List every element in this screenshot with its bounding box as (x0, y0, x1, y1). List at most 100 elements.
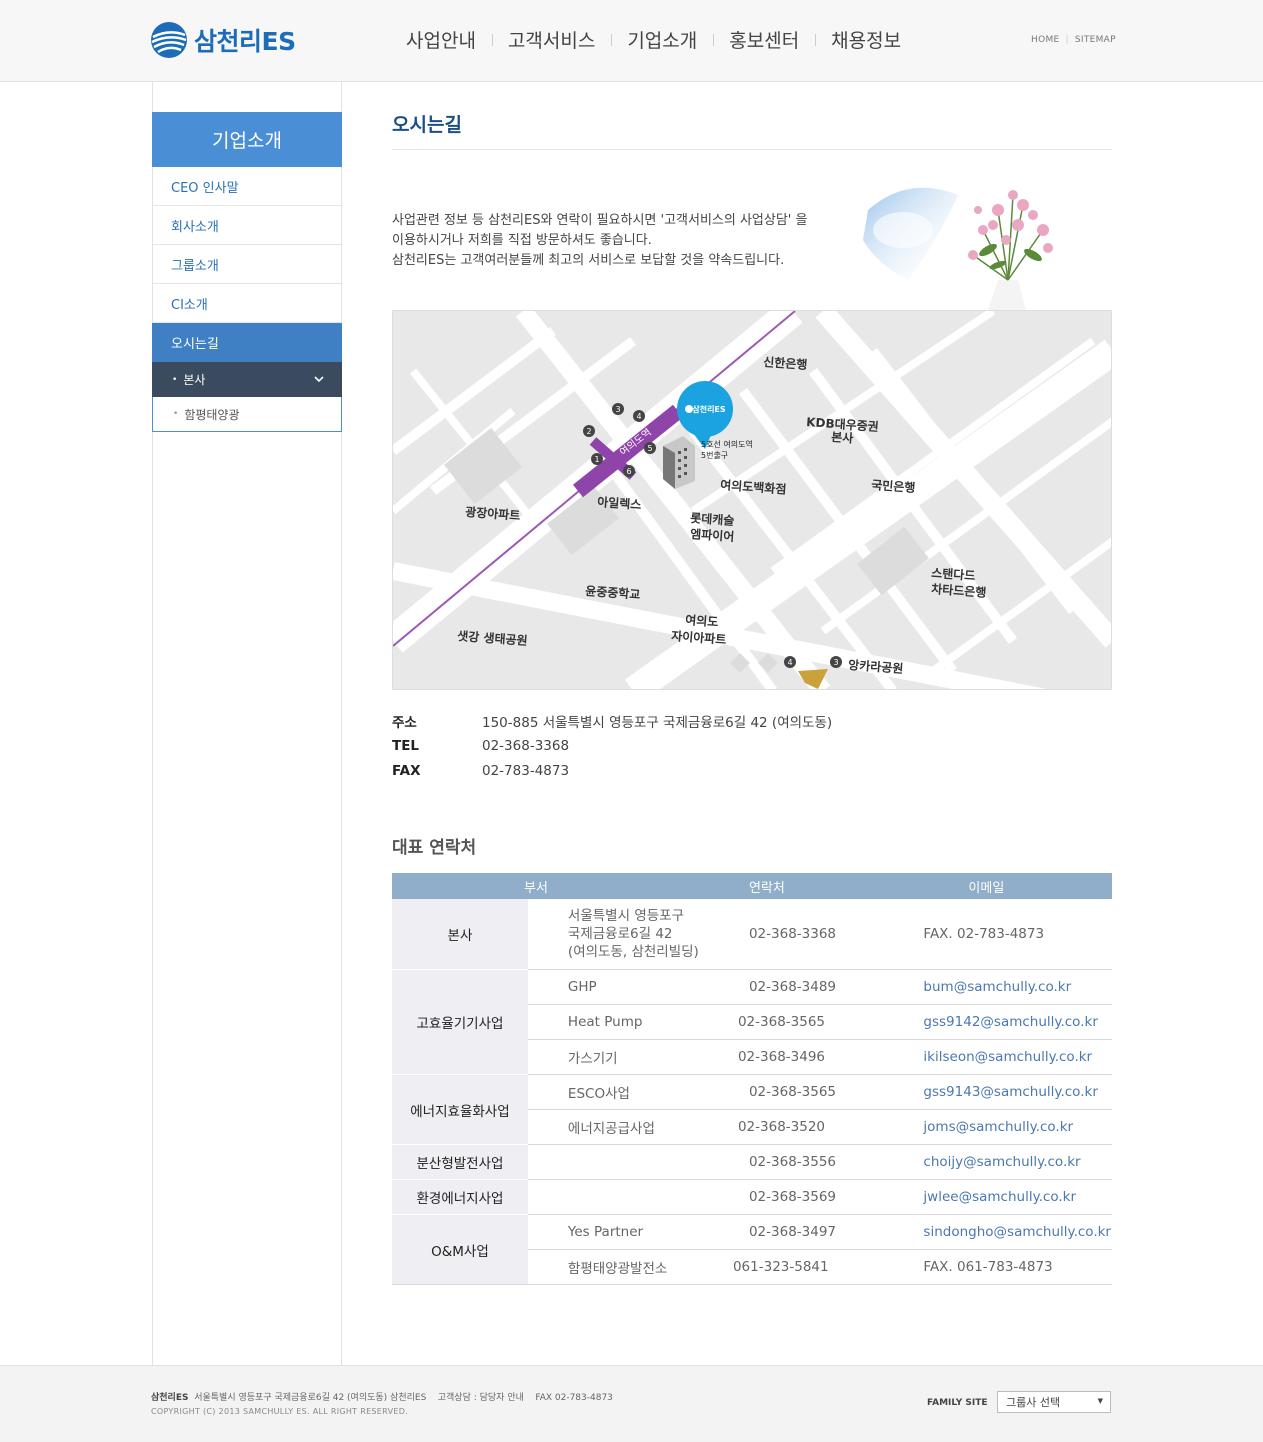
tel-cell: 02-368-3556 (728, 1144, 914, 1180)
tel-value: 02-368-3368 (482, 737, 570, 754)
intro-line: 이용하시거나 저희를 직접 방문하셔도 좋습니다. (392, 233, 652, 248)
address-label: 주소 (392, 714, 417, 731)
family-site-label: FAMILY SITE (927, 1398, 988, 1408)
map-exit: 1 (594, 455, 599, 464)
main-nav: 사업안내 고객서비스 기업소개 홍보센터 채용정보 (390, 26, 917, 53)
mail-link[interactable]: ikilseon@samchully.co.kr (913, 1039, 1112, 1075)
footer-address: 서울특별시 영등포구 국제금융로6길 42 (여의도동) 삼천리ES (194, 1393, 427, 1403)
util-divider: | (1065, 35, 1069, 45)
contacts-title: 대표 연락처 (392, 838, 477, 858)
caret-down-icon: ▼ (1097, 1397, 1103, 1405)
fax-row: FAX 02-783-4873 (392, 758, 832, 783)
footer-fax: FAX 02-783-4873 (535, 1393, 613, 1403)
map-label: 아일렉스 (597, 494, 642, 512)
sidebar: 기업소개 CEO 인사말 회사소개 그룹소개 CI소개 오시는길 • 본사 • … (152, 112, 342, 432)
footer-info: 삼천리ES 서울특별시 영등포구 국제금융로6길 42 (여의도동) 삼천리ES… (151, 1390, 613, 1403)
sidebar-subitem-label: 함평태양광 (184, 407, 240, 422)
mail-link[interactable]: bum@samchully.co.kr (913, 969, 1112, 1005)
bullet-icon: • (173, 409, 179, 419)
group-cell: O&M사업 (392, 1214, 528, 1285)
sidebar-item-about[interactable]: 회사소개 (152, 206, 342, 245)
samchully-logo-icon (151, 22, 187, 58)
sidebar-subitem-hq[interactable]: • 본사 (152, 362, 342, 397)
tel-cell: 02-368-3496 (728, 1039, 914, 1075)
map-label: 본사 (831, 429, 854, 446)
sidebar-subitem-label: 본사 (183, 373, 206, 387)
table-header-row: 부서 연락처 이메일 (392, 873, 1112, 899)
sitemap-link[interactable]: SITEMAP (1075, 35, 1116, 45)
map-label: 여의도 (685, 612, 719, 629)
title-divider (392, 149, 1112, 150)
map-exit: 3 (833, 658, 838, 667)
mail-link[interactable]: gss9143@samchully.co.kr (913, 1074, 1112, 1110)
map-exit: 6 (626, 467, 631, 476)
group-cell: 환경에너지사업 (392, 1179, 528, 1215)
map-label: 스탠다드 (931, 565, 976, 583)
nav-pr-center[interactable]: 홍보센터 (713, 26, 815, 53)
table-row: O&M사업 Yes Partner 02-368-3497 sindongho@… (392, 1214, 1112, 1285)
table-row: 분산형발전사업 02-368-3556 choijy@samchully.co.… (392, 1144, 1112, 1180)
mail-link[interactable]: sindongho@samchully.co.kr (913, 1214, 1112, 1250)
mail-link[interactable]: jwlee@samchully.co.kr (913, 1179, 1112, 1215)
dept-cell: 가스기기 (527, 1039, 729, 1075)
map-label: 롯데캐슬 (690, 510, 735, 528)
location-map[interactable]: 여의도역 1 2 3 4 5 6 4 3 삼천리ES 5호선 여의도역 5번출구 (392, 310, 1112, 690)
table-row: 본사 서울특별시 영등포구 국제금융로6길 42 (여의도동, 삼천리빌딩) 0… (392, 899, 1112, 970)
group-cell: 에너지효율화사업 (392, 1074, 528, 1145)
address-row: 주소 150-885 서울특별시 영등포구 국제금융로6길 42 (여의도동) (392, 708, 832, 733)
family-site-select[interactable]: 그룹사 선택 ▼ (997, 1391, 1111, 1413)
tel-cell: 061-323-5841 (728, 1249, 914, 1285)
group-cell: 분산형발전사업 (392, 1144, 528, 1180)
mail-link[interactable]: joms@samchully.co.kr (913, 1109, 1112, 1145)
flower-illustration (863, 187, 1053, 310)
nav-company[interactable]: 기업소개 (611, 26, 713, 53)
tel-label: TEL (392, 737, 420, 754)
address-block: 주소 150-885 서울특별시 영등포구 국제금융로6길 42 (여의도동) … (392, 708, 832, 783)
page-title: 오시는길 (392, 114, 462, 136)
mail-link[interactable]: choijy@samchully.co.kr (913, 1144, 1112, 1180)
tel-cell: 02-368-3368 (728, 899, 914, 970)
util-links: HOME | SITEMAP (1031, 35, 1116, 45)
map-exit: 2 (586, 427, 591, 436)
tel-cell: 02-368-3569 (728, 1179, 914, 1215)
nav-business[interactable]: 사업안내 (390, 26, 492, 53)
dept-cell: Yes Partner (527, 1214, 729, 1250)
col-tel: 연락처 (728, 873, 914, 899)
sidebar-subitem-hampyeong[interactable]: • 함평태양광 (152, 397, 342, 432)
tel-cell: 02-368-3565 (728, 1074, 914, 1110)
map-svg: 여의도역 1 2 3 4 5 6 4 3 삼천리ES 5호선 여의도역 5번출구 (393, 311, 1111, 689)
nav-customer-service[interactable]: 고객서비스 (491, 26, 611, 53)
footer-company: 삼천리ES (151, 1393, 189, 1403)
col-mail: 이메일 (913, 873, 1112, 899)
col-dept: 부서 (392, 873, 729, 899)
dept-line: 국제금융로6길 42 (567, 926, 673, 942)
sidebar-item-group[interactable]: 그룹소개 (152, 245, 342, 284)
group-cell: 고효율기기사업 (392, 969, 528, 1075)
fax-value: 02-783-4873 (482, 762, 570, 779)
dept-cell: ESCO사업 (527, 1074, 729, 1110)
tel-cell: 02-368-3489 (728, 969, 914, 1005)
tel-row: TEL 02-368-3368 (392, 733, 832, 758)
tel-cell: 02-368-3497 (728, 1214, 914, 1250)
tel-cell: 02-368-3520 (728, 1109, 914, 1145)
mail-cell: FAX. 061-783-4873 (913, 1249, 1112, 1285)
logo[interactable]: 삼천리ES (150, 20, 296, 60)
intro-line: 사업관련 정보 등 삼천리ES와 연락이 필요하시면 '고객서비스의 사업상담'… (392, 213, 808, 228)
table-row: 고효율기기사업 GHP 02-368-3489 bum@samchully.co… (392, 969, 1112, 1075)
fax-label: FAX (392, 762, 421, 779)
map-exit: 4 (636, 412, 641, 421)
dept-cell: 에너지공급사업 (527, 1109, 729, 1145)
table-row: 에너지효율화사업 ESCO사업 02-368-3565 gss9143@samc… (392, 1074, 1112, 1145)
nav-recruit[interactable]: 채용정보 (815, 26, 917, 53)
mail-link[interactable]: gss9142@samchully.co.kr (913, 1004, 1112, 1040)
footer: 삼천리ES 서울특별시 영등포구 국제금융로6길 42 (여의도동) 삼천리ES… (0, 1365, 1263, 1442)
sidebar-item-ceo[interactable]: CEO 인사말 (152, 167, 342, 206)
map-exit: 3 (615, 405, 620, 414)
home-link[interactable]: HOME (1031, 35, 1060, 45)
map-exit-label: 5호선 여의도역 (701, 439, 753, 449)
map-exit: 4 (787, 658, 792, 667)
sidebar-item-ci[interactable]: CI소개 (152, 284, 342, 323)
dept-cell: Heat Pump (527, 1004, 729, 1040)
dept-cell (527, 1179, 729, 1215)
sidebar-item-location[interactable]: 오시는길 (152, 323, 342, 362)
